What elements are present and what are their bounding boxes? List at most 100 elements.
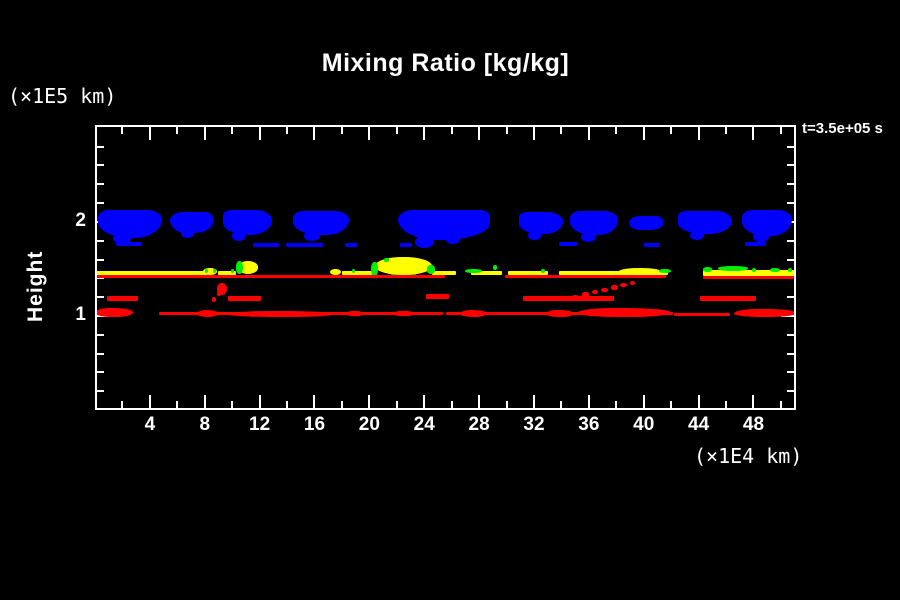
cloud-wisps-feature <box>344 242 357 248</box>
green-marks-feature <box>492 265 497 270</box>
x-minor-tick <box>450 401 453 408</box>
y-minor-tick <box>787 164 794 167</box>
y-tick-labels: 12 <box>48 125 86 410</box>
x-major-tick <box>258 395 261 408</box>
x-minor-tick <box>560 401 563 408</box>
y-minor-tick <box>97 239 104 242</box>
y-minor-tick <box>97 164 104 167</box>
red-bottom-thick-feature <box>576 307 672 318</box>
x-major-tick <box>752 395 755 408</box>
x-major-tick <box>697 395 700 408</box>
x-tick-label: 24 <box>413 414 435 435</box>
y-minor-tick <box>787 296 794 299</box>
x-tick-label: 4 <box>144 414 156 435</box>
green-marks-feature <box>787 267 792 273</box>
y-minor-tick <box>97 258 104 261</box>
red-bottom-thick-feature <box>228 310 337 317</box>
cloud-bumps-feature <box>303 231 320 241</box>
x-major-tick <box>148 127 151 140</box>
x-minor-tick <box>286 401 289 408</box>
x-major-tick <box>258 127 261 140</box>
red-mid-segments-feature <box>523 296 614 302</box>
red-dots-feature <box>620 283 628 288</box>
y-minor-tick <box>787 202 794 205</box>
red-bottom-thick-feature <box>196 310 219 317</box>
green-marks-feature <box>384 257 389 263</box>
x-minor-tick <box>121 401 124 408</box>
x-minor-tick <box>670 127 673 134</box>
upper-cloud-deck-feature <box>97 209 163 238</box>
x-major-tick <box>642 395 645 408</box>
red-dots-feature <box>212 297 217 302</box>
x-minor-tick <box>395 401 398 408</box>
green-marks-feature <box>370 262 378 277</box>
y-axis-title: Height <box>24 250 47 322</box>
x-minor-tick <box>725 401 728 408</box>
x-tick-label: 40 <box>633 414 655 435</box>
upper-cloud-deck-feature <box>628 216 663 231</box>
cloud-wisps-feature <box>115 241 142 247</box>
red-bottom-thick-feature <box>346 310 364 317</box>
x-minor-tick <box>231 127 234 134</box>
x-major-tick <box>642 127 645 140</box>
cloud-bumps-feature <box>580 232 596 242</box>
green-marks-feature <box>658 268 672 274</box>
red-dots-feature <box>581 292 589 297</box>
y-minor-tick <box>787 371 794 374</box>
y-minor-tick <box>97 352 104 355</box>
yellow-layer-line-feature <box>702 269 796 277</box>
red-bottom-thick-feature <box>95 307 134 318</box>
green-marks-feature <box>769 267 780 273</box>
x-major-tick <box>532 127 535 140</box>
x-tick-label: 20 <box>358 414 380 435</box>
x-tick-label: 48 <box>742 414 765 435</box>
red-dots-feature <box>591 290 599 295</box>
x-minor-tick <box>779 401 782 408</box>
y-minor-tick <box>787 352 794 355</box>
x-major-tick <box>478 127 481 140</box>
green-marks-feature <box>717 266 748 271</box>
green-marks-feature <box>426 265 435 274</box>
red-mid-segments-feature <box>228 296 261 302</box>
yellow-blobs-feature <box>329 268 341 276</box>
y-minor-tick <box>97 371 104 374</box>
cloud-wisps-feature <box>285 242 323 248</box>
x-major-tick <box>368 127 371 140</box>
red-underline-feature <box>95 275 445 279</box>
y-minor-tick <box>97 296 104 299</box>
x-tick-label: 28 <box>468 414 490 435</box>
red-mid-segments-feature <box>699 296 757 302</box>
green-marks-feature <box>702 267 713 272</box>
y-minor-tick <box>787 239 794 242</box>
red-underline-feature <box>702 276 796 280</box>
y-minor-tick <box>97 145 104 148</box>
cloud-wisps-feature <box>399 242 412 248</box>
time-annotation: t=3.5e+05 s <box>802 120 883 137</box>
cloud-wisps-feature <box>252 242 279 248</box>
x-minor-tick <box>505 401 508 408</box>
x-minor-tick <box>340 401 343 408</box>
x-major-tick <box>697 127 700 140</box>
x-major-tick <box>752 127 755 140</box>
x-minor-tick <box>670 401 673 408</box>
cloud-bumps-feature <box>414 235 434 249</box>
cloud-wisps-feature <box>558 241 577 247</box>
x-minor-tick <box>615 401 618 408</box>
red-dots-feature <box>572 294 580 299</box>
green-marks-feature <box>351 268 355 274</box>
x-major-tick <box>587 127 590 140</box>
x-minor-tick <box>725 127 728 134</box>
cloud-wisps-feature <box>745 241 766 247</box>
x-major-tick <box>532 395 535 408</box>
x-axis-unit-label: (×1E4 km) <box>694 444 803 468</box>
x-major-tick <box>478 395 481 408</box>
cloud-bumps-feature <box>690 231 705 240</box>
x-minor-tick <box>231 401 234 408</box>
y-minor-tick <box>787 145 794 148</box>
x-minor-tick <box>340 127 343 134</box>
green-marks-feature <box>236 261 244 274</box>
x-major-tick <box>313 127 316 140</box>
x-major-tick <box>203 127 206 140</box>
cloud-wisps-feature <box>643 242 661 248</box>
y-tick-label: 2 <box>75 209 86 231</box>
